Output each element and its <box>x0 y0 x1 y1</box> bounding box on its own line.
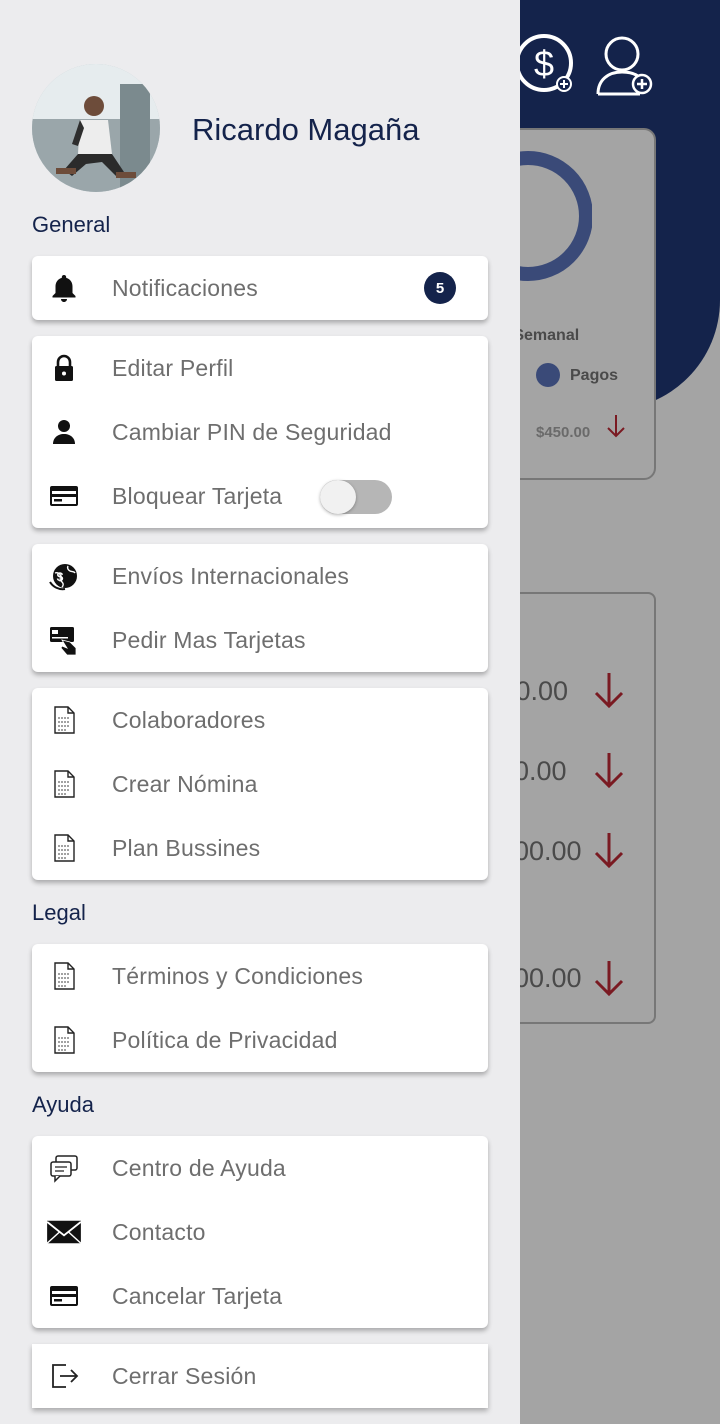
menu-item-label: Términos y Condiciones <box>112 962 364 989</box>
document-icon <box>46 702 82 738</box>
document-icon <box>46 958 82 994</box>
add-user-icon[interactable] <box>594 30 658 100</box>
menu-item-cancel-card[interactable]: Cancelar Tarjeta <box>32 1264 488 1328</box>
avatar[interactable] <box>32 64 160 192</box>
arrow-down-icon <box>594 833 624 869</box>
menu-item-edit-profile[interactable]: Editar Perfil <box>32 336 488 400</box>
arrow-down-icon <box>594 673 624 709</box>
menu-item-collaborators[interactable]: Colaboradores <box>32 688 488 752</box>
document-icon <box>46 766 82 802</box>
person-icon <box>46 414 82 450</box>
menu-item-privacy[interactable]: Política de Privacidad <box>32 1008 488 1072</box>
user-name: Ricardo Magaña <box>192 112 420 147</box>
transfers-card: $ Envíos Internacionales Pedir Mas Tarje… <box>32 544 488 672</box>
add-money-icon[interactable]: $ <box>514 30 578 100</box>
block-card-toggle[interactable] <box>320 480 392 514</box>
navigation-drawer: Ricardo Magaña General Notificaciones 5 … <box>0 0 520 1424</box>
menu-item-label: Centro de Ayuda <box>112 1154 286 1181</box>
toggle-knob <box>320 480 356 514</box>
menu-item-label: Contacto <box>112 1218 206 1245</box>
legend-dot <box>536 363 560 387</box>
arrow-down-icon <box>607 415 625 438</box>
summary-amount: $450.00 <box>536 424 591 441</box>
svg-text:$: $ <box>57 570 64 584</box>
credit-card-icon <box>46 1278 82 1314</box>
menu-item-label: Bloquear Tarjeta <box>112 482 283 509</box>
account-card: Editar Perfil Cambiar PIN de Seguridad B… <box>32 336 488 528</box>
card-hand-icon <box>46 622 82 658</box>
arrow-down-icon <box>594 753 624 789</box>
menu-item-label: Notificaciones <box>112 274 258 301</box>
notification-count-badge: 5 <box>424 272 456 304</box>
transaction-amount: 0.00 <box>514 756 567 786</box>
menu-item-label: Cancelar Tarjeta <box>112 1282 283 1309</box>
section-title-help: Ayuda <box>32 1092 94 1117</box>
menu-item-label: Crear Nómina <box>112 770 258 797</box>
help-card: Centro de Ayuda Contacto Cancelar Tarjet… <box>32 1136 488 1328</box>
legend-label: Pagos <box>570 367 619 384</box>
menu-item-business-plan[interactable]: Plan Bussines <box>32 816 488 880</box>
chat-icon <box>46 1150 82 1186</box>
lock-icon <box>46 350 82 386</box>
business-card: Colaboradores Crear Nómina Plan Bussines <box>32 688 488 880</box>
logout-label: Cerrar Sesión <box>112 1362 257 1389</box>
bell-icon <box>46 270 82 306</box>
menu-item-contact[interactable]: Contacto <box>32 1200 488 1264</box>
transaction-amount: 00.00 <box>514 836 582 866</box>
logout-card: Cerrar Sesión <box>32 1344 488 1408</box>
document-icon <box>46 1022 82 1058</box>
transaction-amount: 00.00 <box>514 963 582 993</box>
menu-item-label: Plan Bussines <box>112 834 261 861</box>
document-icon <box>46 830 82 866</box>
menu-item-order-cards[interactable]: Pedir Mas Tarjetas <box>32 608 488 672</box>
menu-item-label: Pedir Mas Tarjetas <box>112 626 306 653</box>
logout-icon <box>46 1358 82 1394</box>
credit-card-icon <box>46 478 82 514</box>
section-title-general: General <box>32 212 111 237</box>
logout-button[interactable]: Cerrar Sesión <box>32 1344 488 1408</box>
svg-text:$: $ <box>534 43 554 84</box>
arrow-down-icon <box>594 961 624 997</box>
notifications-card: Notificaciones 5 <box>32 256 488 320</box>
menu-item-change-pin[interactable]: Cambiar PIN de Seguridad <box>32 400 488 464</box>
menu-item-block-card[interactable]: Bloquear Tarjeta <box>32 464 488 528</box>
menu-item-help-center[interactable]: Centro de Ayuda <box>32 1136 488 1200</box>
envelope-icon <box>46 1214 82 1250</box>
menu-item-label: Editar Perfil <box>112 354 234 381</box>
menu-item-international-transfers[interactable]: $ Envíos Internacionales <box>32 544 488 608</box>
section-title-legal: Legal <box>32 900 86 925</box>
menu-item-label: Cambiar PIN de Seguridad <box>112 418 392 445</box>
menu-item-create-payroll[interactable]: Crear Nómina <box>32 752 488 816</box>
legal-card: Términos y Condiciones Política de Priva… <box>32 944 488 1072</box>
globe-money-icon: $ <box>46 558 82 594</box>
menu-item-label: Política de Privacidad <box>112 1026 338 1053</box>
menu-item-label: Colaboradores <box>112 706 266 733</box>
menu-item-terms[interactable]: Términos y Condiciones <box>32 944 488 1008</box>
menu-item-label: Envíos Internacionales <box>112 562 350 589</box>
menu-item-notifications[interactable]: Notificaciones 5 <box>32 256 488 320</box>
